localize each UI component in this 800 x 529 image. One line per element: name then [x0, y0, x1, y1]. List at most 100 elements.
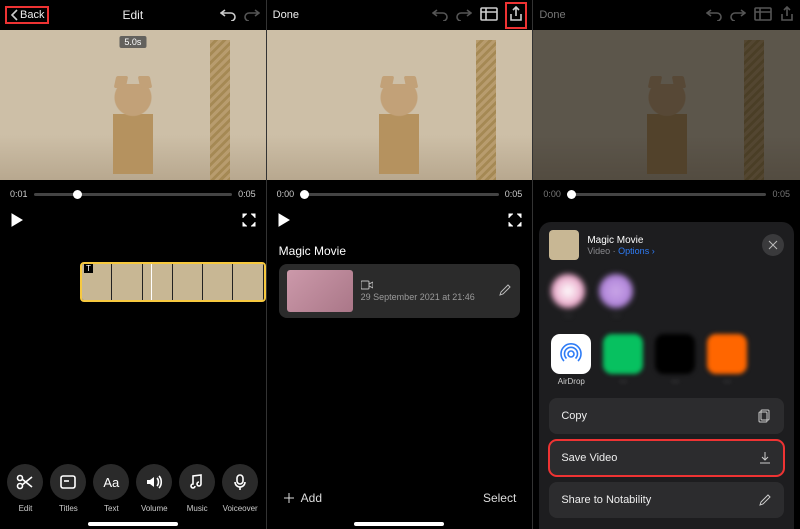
redo-icon	[456, 7, 472, 21]
contact-item[interactable]: ···	[599, 274, 633, 320]
redo-button[interactable]	[456, 7, 472, 24]
download-icon	[758, 451, 772, 465]
airdrop-icon	[551, 334, 591, 374]
share-sheet: Magic Movie Video · Options › ··· ··· Ai…	[539, 222, 794, 529]
undo-button[interactable]	[432, 7, 448, 24]
action-copy[interactable]: Copy	[549, 398, 784, 434]
scratching-post	[476, 40, 496, 180]
undo-icon	[432, 7, 448, 21]
app-item[interactable]: ···	[655, 334, 695, 386]
app-airdrop[interactable]: AirDrop	[551, 334, 591, 386]
expand-icon	[508, 213, 522, 227]
scrub-thumb[interactable]	[73, 190, 82, 199]
timeline[interactable]: T	[0, 260, 266, 304]
scrub-thumb[interactable]	[300, 190, 309, 199]
tool-edit[interactable]: Edit	[7, 464, 43, 513]
play-icon	[277, 213, 291, 227]
playhead[interactable]	[151, 262, 152, 302]
video-preview	[533, 30, 800, 180]
apps-row: AirDrop ··· ··· ···	[539, 330, 794, 398]
actions-list: Copy Save Video Share to Notability	[539, 398, 794, 518]
text-icon: Aa	[93, 464, 129, 500]
undo-icon	[220, 7, 236, 21]
storyboard-button[interactable]	[480, 7, 498, 24]
options-link[interactable]: Options	[618, 246, 649, 256]
fullscreen-button[interactable]	[242, 213, 256, 230]
copy-icon	[758, 409, 772, 423]
time-total: 0:05	[505, 189, 523, 199]
project-date: 29 September 2021 at 21:46	[361, 292, 491, 302]
pencil-icon	[498, 283, 512, 297]
play-bar	[267, 208, 533, 234]
sheet-header: Magic Movie Video · Options ›	[539, 222, 794, 268]
add-button[interactable]: Add	[283, 491, 322, 505]
done-button[interactable]: Done	[273, 9, 299, 21]
pencil-icon	[758, 493, 772, 507]
play-button[interactable]	[277, 213, 291, 230]
undo-button[interactable]	[220, 7, 236, 24]
storyboard-button	[754, 7, 772, 24]
action-save-video[interactable]: Save Video	[549, 440, 784, 476]
back-button[interactable]: Back	[6, 7, 48, 23]
scrub-bar: 0:00 0:05	[533, 180, 800, 208]
storyboard-icon	[754, 7, 772, 21]
share-button	[780, 6, 794, 25]
project-card[interactable]: 29 September 2021 at 21:46	[279, 264, 521, 318]
redo-button	[730, 7, 746, 24]
app-item[interactable]: ···	[603, 334, 643, 386]
share-icon	[780, 6, 794, 22]
close-icon	[768, 240, 778, 250]
action-share-notability[interactable]: Share to Notability	[549, 482, 784, 518]
project-meta: 29 September 2021 at 21:46	[361, 280, 491, 302]
select-button[interactable]: Select	[483, 491, 516, 505]
scrub-bar[interactable]: 0:00 0:05	[267, 180, 533, 208]
close-button[interactable]	[762, 234, 784, 256]
home-indicator[interactable]	[88, 522, 178, 526]
contact-item[interactable]: ···	[551, 274, 585, 320]
app-icon	[655, 334, 695, 374]
redo-button[interactable]	[244, 7, 260, 24]
edit-project-button[interactable]	[498, 283, 512, 300]
done-button: Done	[539, 9, 565, 21]
chevron-left-icon	[10, 9, 20, 21]
fullscreen-button[interactable]	[508, 213, 522, 230]
app-icon	[707, 334, 747, 374]
tool-voiceover[interactable]: Voiceover	[222, 464, 258, 513]
redo-icon	[730, 7, 746, 21]
avatar	[551, 274, 585, 308]
edit-screen: Back Edit 5.0s 0:01 0:05 T Ed	[0, 0, 267, 529]
mic-icon	[231, 473, 249, 491]
music-icon	[188, 473, 206, 491]
contacts-row: ··· ···	[539, 268, 794, 330]
timeline-clip[interactable]: T	[80, 262, 266, 302]
tool-row: Edit Titles Aa Text Volume Music Voiceov…	[0, 464, 266, 513]
video-preview[interactable]: 5.0s	[0, 30, 266, 180]
nav-bar: Done	[533, 0, 800, 30]
tool-volume[interactable]: Volume	[136, 464, 172, 513]
app-item[interactable]: ···	[707, 334, 747, 386]
nav-bar: Done	[267, 0, 533, 30]
video-preview[interactable]	[267, 30, 533, 180]
scrub-track[interactable]	[300, 193, 499, 196]
scrub-bar[interactable]: 0:01 0:05	[0, 180, 266, 208]
plus-icon	[283, 492, 295, 504]
app-icon	[603, 334, 643, 374]
play-button[interactable]	[10, 213, 24, 230]
nav-title: Edit	[122, 8, 143, 22]
titles-icon	[59, 473, 77, 491]
sheet-title: Magic Movie	[587, 235, 654, 246]
undo-icon	[706, 7, 722, 21]
scrub-track[interactable]	[34, 193, 233, 196]
time-current: 0:00	[277, 189, 295, 199]
tool-text[interactable]: Aa Text	[93, 464, 129, 513]
tool-titles[interactable]: Titles	[50, 464, 86, 513]
storyboard-icon	[480, 7, 498, 21]
nav-bar: Back Edit	[0, 0, 266, 30]
duration-badge: 5.0s	[119, 36, 146, 48]
sheet-thumbnail	[549, 230, 579, 260]
avatar	[599, 274, 633, 308]
tool-music[interactable]: Music	[179, 464, 215, 513]
home-indicator[interactable]	[354, 522, 444, 526]
share-button[interactable]	[506, 3, 526, 28]
undo-button	[706, 7, 722, 24]
